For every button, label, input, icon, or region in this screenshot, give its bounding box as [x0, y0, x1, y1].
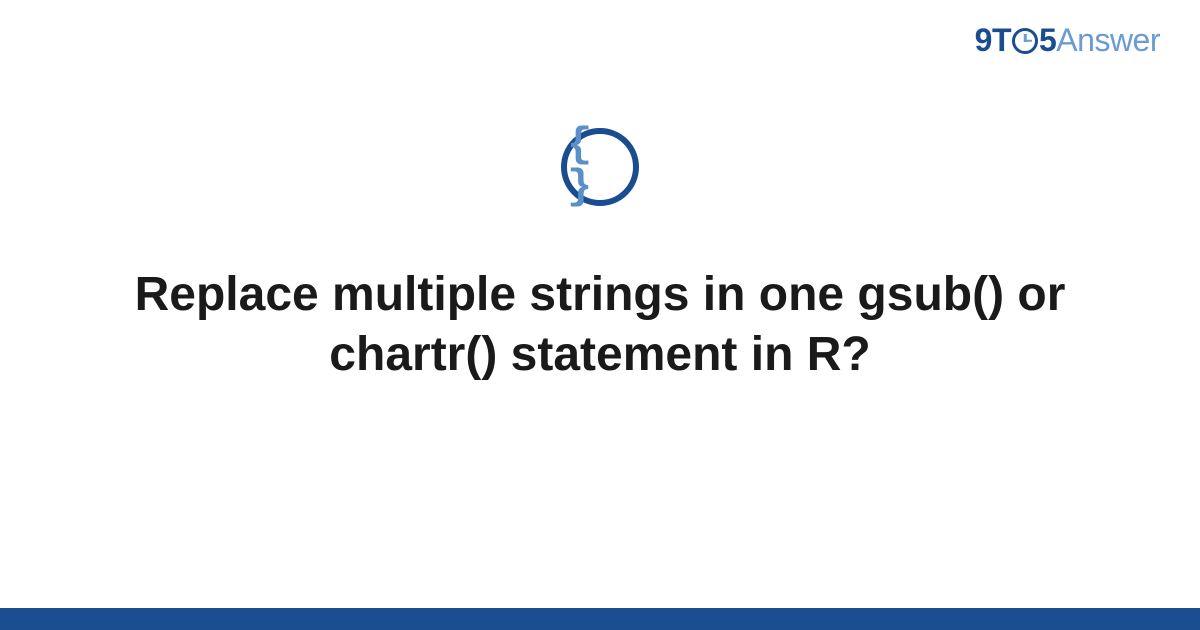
clock-icon	[1012, 28, 1038, 54]
logo-suffix: 5	[1039, 22, 1056, 58]
footer-bar	[0, 608, 1200, 630]
logo-prefix: 9T	[975, 22, 1011, 58]
code-braces-icon: { }	[567, 124, 633, 208]
page-title: Replace multiple strings in one gsub() o…	[0, 265, 1200, 385]
category-icon: { }	[561, 128, 639, 206]
logo-word: Answer	[1056, 22, 1160, 58]
site-logo: 9T 5Answer	[975, 22, 1160, 59]
